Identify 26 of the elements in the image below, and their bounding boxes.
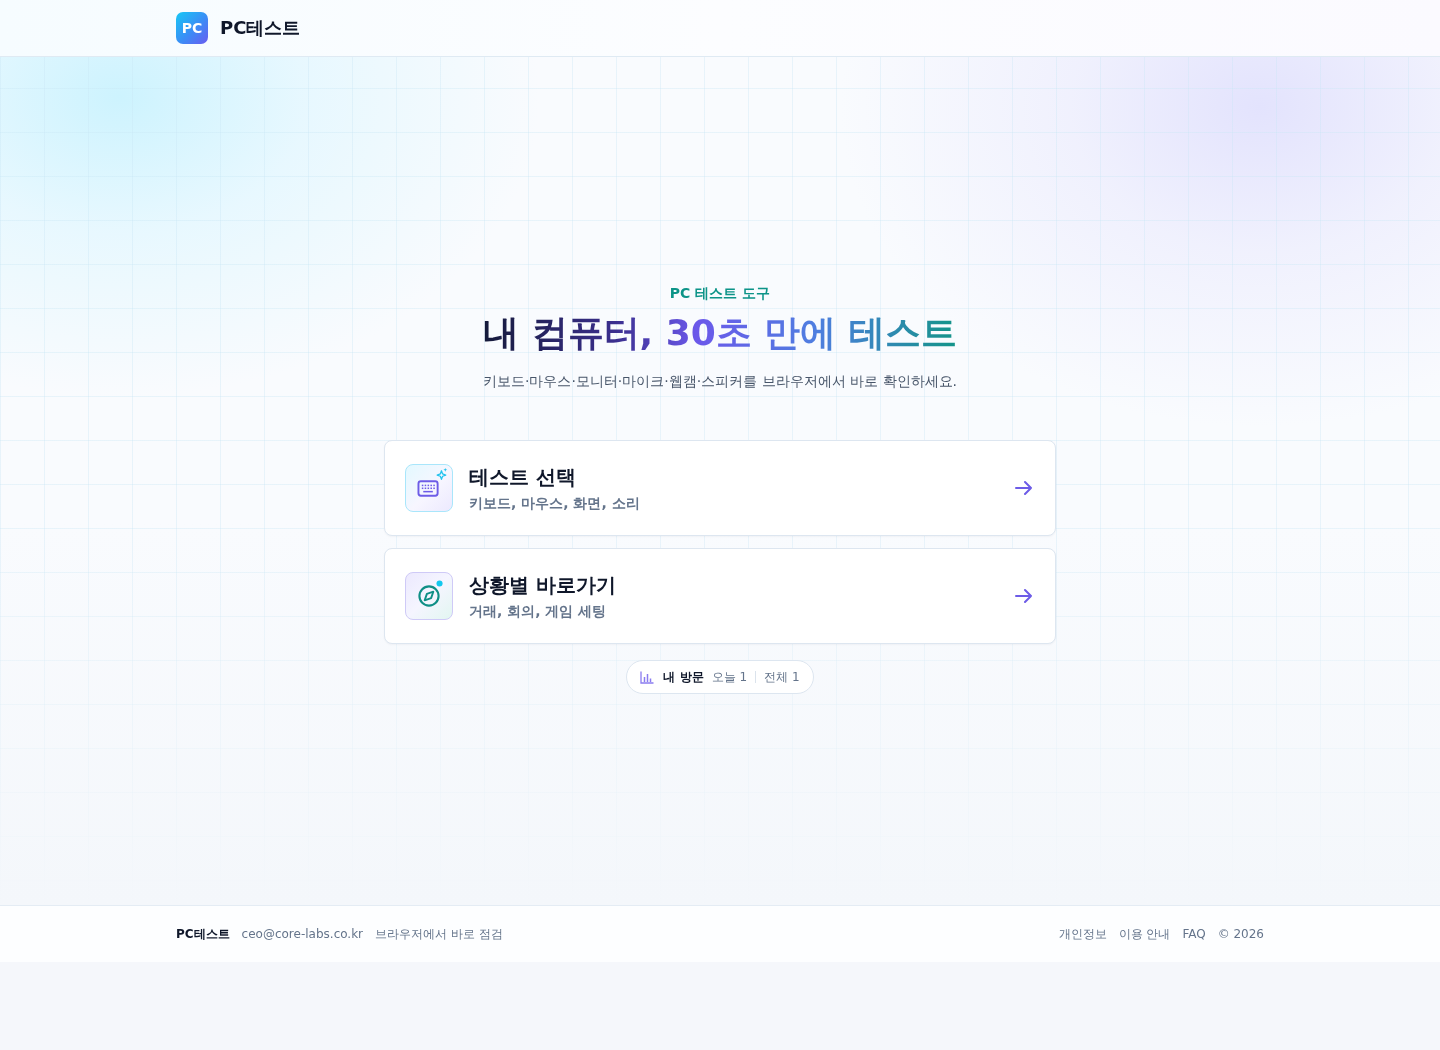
keyboard-icon — [405, 464, 453, 512]
footer-link[interactable]: 이용 안내 — [1118, 925, 1171, 943]
home-link[interactable]: PC PC테스트 — [176, 12, 301, 44]
hero-subtitle: 키보드·마우스·모니터·마이크·웹캠·스피커를 브라우저에서 바로 확인하세요. — [482, 372, 958, 391]
hero-eyebrow: PC 테스트 도구 — [669, 284, 771, 303]
arrow-right-icon — [1015, 588, 1033, 604]
footer-brand: PC테스트 — [176, 925, 230, 943]
bar-chart-icon — [640, 670, 655, 684]
menu-card[interactable]: 상황별 바로가기 거래, 회의, 게임 세팅 — [384, 548, 1056, 644]
footer-tagline: 브라우저에서 바로 점검 — [375, 925, 503, 943]
arrow-right-icon — [1015, 480, 1033, 496]
copyright-text: © 2026 — [1217, 927, 1264, 941]
card-title: 테스트 선택 — [469, 463, 576, 490]
visit-today: 오늘 1 — [711, 668, 748, 686]
visit-label: 내 방문 — [663, 668, 704, 686]
card-subtitle: 거래, 회의, 게임 세팅 — [469, 601, 607, 621]
footer-link[interactable]: FAQ — [1182, 927, 1206, 941]
logo-icon: PC — [176, 12, 208, 44]
card-subtitle: 키보드, 마우스, 화면, 소리 — [469, 493, 640, 513]
footer-link[interactable]: 개인정보 — [1058, 925, 1107, 943]
card-title: 상황별 바로가기 — [469, 571, 616, 598]
compass-icon — [405, 572, 453, 620]
brand-name: PC테스트 — [220, 16, 301, 40]
email-link[interactable]: ceo@core-labs.co.kr — [241, 927, 364, 941]
menu-card[interactable]: 테스트 선택 키보드, 마우스, 화면, 소리 — [384, 440, 1056, 536]
visit-total: 전체 1 — [764, 668, 800, 686]
